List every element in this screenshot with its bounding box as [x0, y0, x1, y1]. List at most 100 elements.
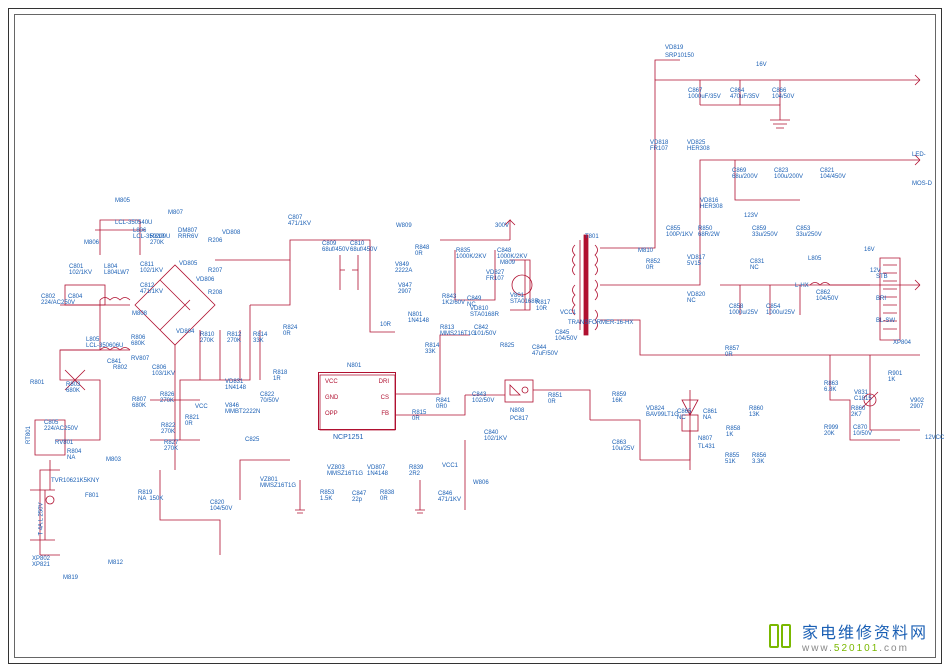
lbl-vcc: VCC — [195, 404, 208, 410]
lbl-r843: R843 1K2/60V — [442, 294, 465, 306]
lbl-lcl: LCL-350540U — [115, 220, 152, 226]
lbl-m807: M807 — [168, 210, 183, 216]
lbl-c846: C846 471/1KV — [438, 491, 461, 503]
lbl-r817: R817 10R — [536, 300, 550, 312]
lbl-c809: C809 68uf/450V — [322, 241, 349, 253]
lbl-vd804: VD804 — [176, 329, 194, 335]
lbl-r802: R802 — [113, 365, 127, 371]
rail-mos: MOS-D — [912, 181, 932, 187]
lbl-r821: R821 0R — [185, 415, 199, 427]
lbl-rv801: RV801 — [55, 440, 73, 446]
lbl-c858: C858 1000u/25V — [729, 304, 758, 316]
wm-url-pre: www. — [802, 643, 834, 654]
rail-blsw: BL-SW — [876, 318, 895, 324]
lbl-c854: C854 1000u/25V — [766, 304, 795, 316]
lbl-r852: R852 0R — [646, 259, 660, 271]
lbl-r857: R857 0R — [725, 346, 739, 358]
lbl-rt801: RT801 — [26, 426, 32, 444]
lbl-v801: V801 STA0168R — [510, 293, 539, 305]
lbl-m812: M812 — [108, 560, 123, 566]
lbl-c867: C867 1000uF/35V — [688, 88, 721, 100]
lbl-dm807: DM807 RRR6V — [178, 228, 198, 240]
lbl-srp10150: SRP10150 — [665, 53, 694, 59]
lbl-r855: R855 51K — [725, 453, 739, 465]
lbl-v846: V846 MMBT2222N — [225, 403, 260, 415]
lbl-c859: C859 33u/250V — [752, 226, 778, 238]
watermark-url: www.520101.com — [802, 643, 928, 654]
lbl-c840: C840 102/1KV — [484, 430, 507, 442]
lbl-vz801: VZ801 MMSZ16T1G — [260, 477, 296, 489]
lbl-c847: C847 22p — [352, 491, 366, 503]
lbl-c821: C821 104/450V — [820, 168, 846, 180]
lbl-r827: R827 270K — [164, 440, 178, 452]
lbl-c831: C831 NC — [750, 259, 764, 271]
lbl-r860: R860 13K — [749, 406, 763, 418]
ic-n801-ref: N801 — [347, 363, 361, 369]
lbl-xp804: XP804 — [893, 340, 911, 346]
lbl-r815: R815 0R — [412, 410, 426, 422]
lbl-vcc1b: VCC1 — [442, 463, 458, 469]
lbl-vd816: VD816 HER308 — [700, 198, 723, 210]
lbl-vd807: VD807 1N4148 — [367, 465, 388, 477]
lbl-vd810: VD810 STA0168R — [470, 306, 499, 318]
lbl-r804: R804 NA — [67, 449, 81, 461]
lbl-c810: C810 68uf/450V — [350, 241, 377, 253]
watermark: 家电维修资料网 www.520101.com — [768, 619, 928, 654]
lbl-t801: T801 — [585, 234, 599, 240]
ic-n807-ref: N807 — [698, 436, 712, 442]
lbl-lhx: L-HX — [795, 283, 809, 289]
lbl-r859: R859 16K — [612, 392, 626, 404]
lbl-c861: C861 NA — [703, 409, 717, 421]
pin-fb: FB — [381, 411, 389, 417]
lbl-tvr: TVR10621K5KNY — [51, 478, 99, 484]
lbl-r858: R858 1K — [726, 426, 740, 438]
lbl-c864: C864 470uF/35V — [730, 88, 759, 100]
ic-n808-ref: N808 — [510, 408, 524, 414]
lbl-m803: M803 — [106, 457, 121, 463]
pin-vcc: VCC — [325, 379, 338, 385]
rail-16v: 16V — [864, 247, 875, 253]
lbl-r825: R825 — [500, 343, 514, 349]
lbl-c866: C866 104/50V — [772, 88, 794, 100]
lbl-c822: C822 70/50V — [260, 392, 279, 404]
lbl-r901: R901 1K — [888, 371, 902, 383]
lbl-c870: C870 10/50V — [853, 425, 872, 437]
wm-url-post: .com — [879, 643, 909, 654]
lbl-v902: V902 2907 — [910, 398, 924, 410]
lbl-r818: R818 1R — [273, 370, 287, 382]
lbl-c848: C848 1000K/2KV — [497, 248, 527, 260]
watermark-logo-icon — [768, 624, 796, 650]
lbl-vd818: VD818 FR107 — [650, 140, 668, 152]
lbl-vd825: VD825 HER308 — [687, 140, 710, 152]
lbl-r851: R851 0R — [548, 393, 562, 405]
lbl-r208: R208 — [208, 290, 222, 296]
lbl-vd831: VD831 1N4148 — [225, 379, 246, 391]
lbl-l805b: L805 LCL-350606U — [86, 337, 123, 349]
lbl-r999: R999 20K — [824, 425, 838, 437]
lbl-vd820: VD820 NC — [687, 292, 705, 304]
lbl-m808: M808 — [132, 311, 147, 317]
lbl-c801: C801 102/1KV — [69, 264, 92, 276]
lbl-r207: R207 — [208, 268, 222, 274]
lbl-l804: L804 L804LW7 — [104, 264, 129, 276]
lbl-c855: C855 100P/1KV — [666, 226, 693, 238]
lbl-v849: V849 2222A — [395, 262, 412, 274]
lbl-r801: R801 — [30, 380, 44, 386]
lbl-rv807: RV807 — [131, 356, 149, 362]
lbl-m805: M805 — [115, 198, 130, 204]
lbl-l805r: L805 — [808, 256, 821, 262]
lbl-vd808: VD808 — [222, 230, 240, 236]
lbl-vd819: VD819 — [665, 45, 683, 51]
lbl-txfmr: TRANSFORMER-16-HX — [568, 320, 633, 326]
lbl-c841: C841 — [107, 359, 121, 365]
pin-cs: CS — [381, 395, 389, 401]
ic-n801-part: NCP1251 — [333, 434, 363, 441]
lbl-l806: L806 LCL-350209U — [133, 228, 170, 240]
lbl-w809: W809 — [396, 223, 412, 229]
lbl-c805b: C865 NC — [677, 409, 691, 421]
lbl-r848: R848 0R — [415, 245, 429, 257]
lbl-c823: C823 100u/200V — [774, 168, 803, 180]
lbl-r850: R850 68R/2W — [698, 226, 720, 238]
lbl-r206: R206 — [208, 238, 222, 244]
lbl-v847: V847 2907 — [398, 283, 412, 295]
